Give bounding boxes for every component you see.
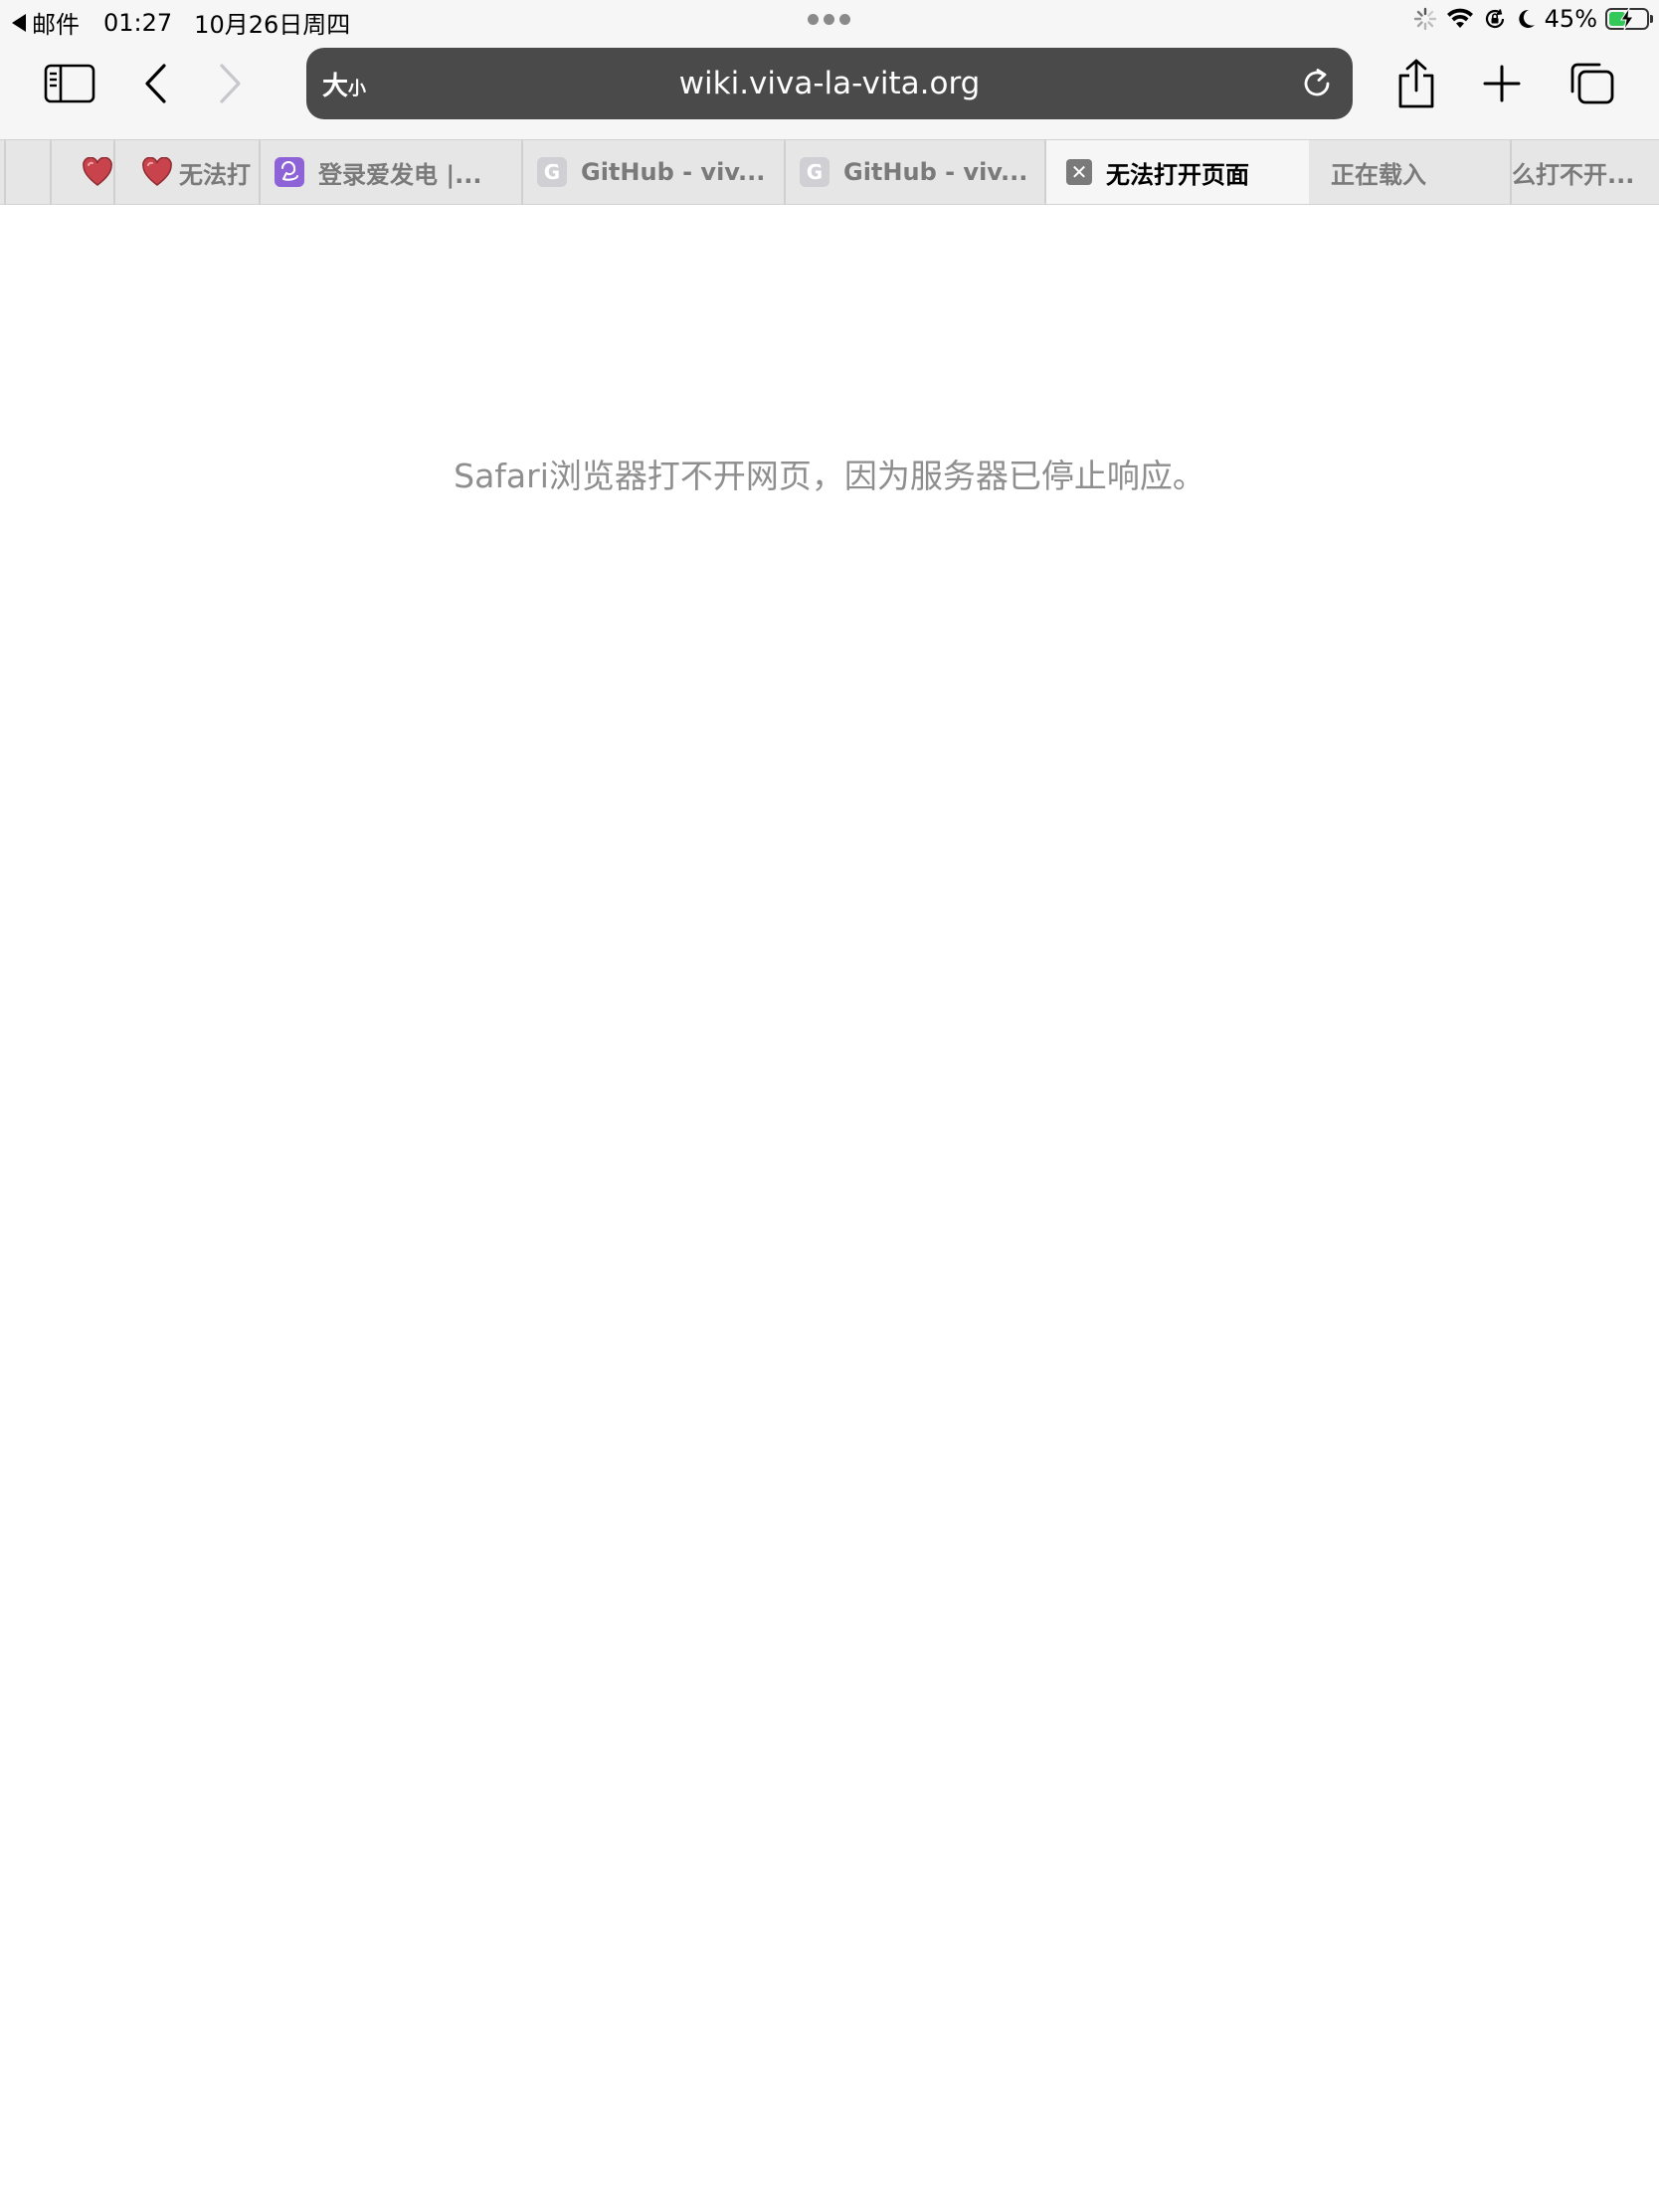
tab-title: 无法打开页面 <box>1106 160 1249 189</box>
new-tab-button[interactable] <box>1480 62 1524 105</box>
back-to-app-icon[interactable] <box>12 13 26 32</box>
heart-icon <box>142 157 172 186</box>
tab-item-github-1[interactable]: G GitHub - viv... <box>523 140 786 204</box>
tab-title: 登录爱发电 |... <box>318 160 482 189</box>
chevron-right-icon <box>220 64 241 103</box>
tabs-overview-icon <box>1570 63 1614 104</box>
back-to-app-label[interactable]: 邮件 <box>32 5 80 40</box>
tab-item-heart[interactable] <box>50 140 115 204</box>
charging-bolt-icon <box>1620 8 1634 30</box>
battery-percent: 45% <box>1544 5 1597 33</box>
close-tab-icon[interactable]: ✕ <box>1066 159 1092 185</box>
status-date: 10月26日周四 <box>194 11 351 39</box>
heart-icon <box>83 157 112 186</box>
share-icon <box>1398 59 1434 108</box>
forward-button[interactable] <box>211 60 251 107</box>
tab-item-unable-open[interactable]: 无法打 <box>115 140 261 204</box>
reload-icon <box>1304 69 1330 96</box>
reload-button[interactable] <box>1299 66 1335 105</box>
tab-item-active[interactable]: ✕ 无法打开页面 <box>1046 140 1309 204</box>
orientation-lock-icon <box>1485 9 1504 29</box>
tab-overview-button[interactable] <box>1567 60 1617 107</box>
wifi-icon <box>1446 8 1473 28</box>
activity-spinner-icon <box>1413 7 1436 31</box>
plus-icon <box>1483 65 1521 102</box>
status-left: 邮件 01:27 10月26日周四 <box>12 5 350 40</box>
tab-item-loading[interactable]: 正在载入 <box>1309 140 1512 204</box>
tab-item-last[interactable]: 么打不开... <box>1510 140 1659 204</box>
sidebar-icon <box>44 64 95 103</box>
tab-title: 么打不开... <box>1512 160 1635 189</box>
generic-site-icon: G <box>800 157 830 187</box>
tab-bar: 无法打 登录爱发电 |... G GitHub - viv... G GitHu… <box>0 139 1659 205</box>
tab-title: 正在载入 <box>1331 160 1426 189</box>
error-message: Safari浏览器打不开网页，因为服务器已停止响应。 <box>454 457 1205 495</box>
tab-item-afdian[interactable]: 登录爱发电 |... <box>261 140 523 204</box>
status-bar: 邮件 01:27 10月26日周四 45% <box>0 0 1659 40</box>
moon-icon <box>1518 9 1535 28</box>
sidebar-button[interactable] <box>42 62 97 105</box>
status-right: 45% <box>1413 5 1653 33</box>
afdian-icon <box>275 157 304 187</box>
battery-icon <box>1605 8 1653 30</box>
share-button[interactable] <box>1392 56 1440 111</box>
tab-item-collapsed[interactable] <box>4 140 52 204</box>
address-bar[interactable]: 大小 wiki.viva-la-vita.org <box>306 48 1353 119</box>
tab-item-github-2[interactable]: G GitHub - viv... <box>786 140 1046 204</box>
url-text[interactable]: wiki.viva-la-vita.org <box>306 66 1353 101</box>
generic-site-icon: G <box>537 157 567 187</box>
tab-title: GitHub - viv... <box>581 158 766 186</box>
back-button[interactable] <box>135 60 175 107</box>
tab-title: 无法打 <box>179 160 251 189</box>
chevron-left-icon <box>145 64 166 103</box>
multitasking-dots-icon[interactable] <box>808 14 850 25</box>
tab-title: GitHub - viv... <box>843 158 1028 186</box>
browser-chrome: 邮件 01:27 10月26日周四 45% 大小 wiki.viva-la-vi… <box>0 0 1659 205</box>
status-time: 01:27 <box>103 8 173 37</box>
